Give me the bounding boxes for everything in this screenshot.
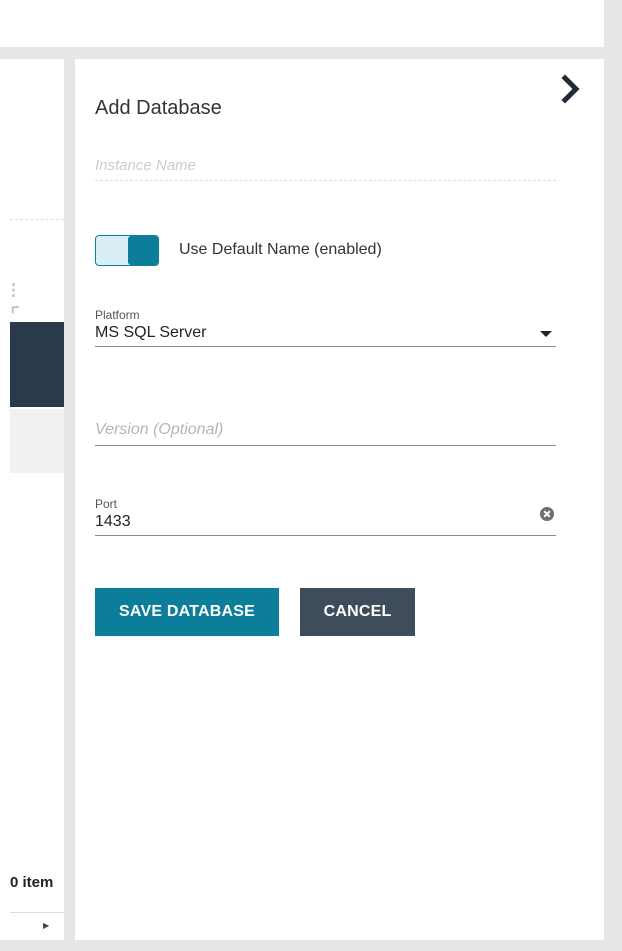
instance-name-input[interactable]	[95, 157, 556, 180]
toggle-knob	[128, 236, 158, 265]
use-default-name-toggle[interactable]	[95, 235, 159, 266]
port-field: Port 1433	[95, 497, 556, 536]
cancel-button[interactable]: CANCEL	[300, 588, 415, 636]
platform-selected-value: MS SQL Server	[95, 324, 207, 341]
version-field[interactable]	[95, 421, 556, 446]
use-default-name-row: Use Default Name (enabled)	[95, 235, 555, 267]
panel-divider	[64, 59, 75, 940]
version-input[interactable]	[95, 421, 556, 446]
port-value: 1433	[95, 513, 131, 530]
chevron-right-icon	[561, 74, 580, 104]
background-items-count: 0 item	[10, 874, 54, 891]
instance-name-field[interactable]	[95, 157, 556, 181]
instance-name-underline	[95, 180, 556, 181]
background-page: ⁝ ⌜ 0 item ▶	[0, 59, 64, 940]
use-default-name-label: Use Default Name (enabled)	[179, 241, 382, 258]
background-table-header	[10, 322, 64, 407]
platform-field: Platform MS SQL Server	[95, 308, 556, 347]
clear-circle-icon[interactable]	[540, 507, 554, 521]
top-gray-band	[0, 47, 604, 59]
platform-select[interactable]: MS SQL Server	[95, 324, 556, 347]
add-database-panel: Add Database Use Default Name (enabled) …	[75, 59, 604, 940]
save-database-button[interactable]: SAVE DATABASE	[95, 588, 279, 636]
scroll-right-arrow-icon[interactable]: ▶	[43, 921, 49, 930]
background-footer-line	[10, 912, 64, 913]
bottom-gray-band	[0, 940, 622, 951]
right-scroll-rail[interactable]	[604, 0, 622, 951]
background-table-row	[10, 409, 64, 473]
platform-label: Platform	[95, 308, 140, 322]
port-label: Port	[95, 497, 118, 511]
collapse-panel-button[interactable]	[558, 73, 584, 105]
port-input[interactable]: 1433	[95, 507, 556, 536]
caret-down-icon	[540, 331, 552, 337]
background-divider	[10, 219, 64, 220]
top-background	[0, 0, 604, 47]
panel-title: Add Database	[95, 97, 222, 119]
